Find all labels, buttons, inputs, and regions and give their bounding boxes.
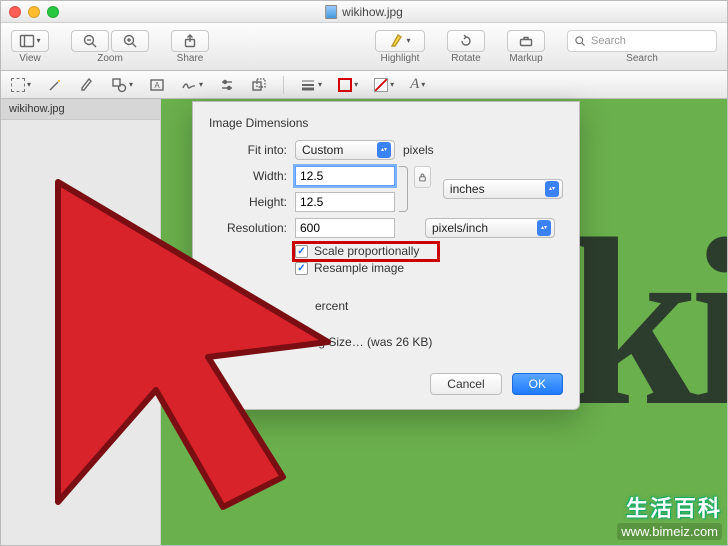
wh-unit-select[interactable]: inches▴▾ (443, 179, 563, 199)
svg-text:A: A (154, 81, 160, 90)
watermark: 生活百科 www.bimeiz.com (617, 491, 722, 540)
ok-button[interactable]: OK (512, 373, 563, 395)
line-weight-tool[interactable]: ▾ (300, 77, 322, 93)
search-input[interactable]: Search (567, 30, 717, 52)
window-controls (9, 6, 59, 18)
app-window: wikihow.jpg ▾ View Zoom Share ▾ Highligh… (0, 0, 728, 546)
height-input[interactable] (295, 192, 395, 212)
text-tool[interactable]: A (149, 77, 165, 93)
lock-aspect-button[interactable] (414, 166, 431, 188)
zoom-in-button[interactable] (111, 30, 149, 52)
width-input[interactable] (295, 166, 395, 186)
window-filename: wikihow.jpg (342, 5, 403, 19)
search-icon (574, 35, 586, 47)
checkbox-icon (295, 262, 308, 275)
cancel-button[interactable]: Cancel (430, 373, 501, 395)
scale-proportionally-label: Scale proportionally (314, 244, 419, 258)
resolution-unit-select[interactable]: pixels/inch▴▾ (425, 218, 555, 238)
markup-group: Markup (507, 30, 545, 64)
watermark-url: www.bimeiz.com (617, 523, 722, 540)
titlebar: wikihow.jpg (1, 1, 727, 23)
rotate-icon (458, 33, 474, 49)
highlight-label: Highlight (381, 53, 420, 64)
sidebar-item-file[interactable]: wikihow.jpg (1, 99, 160, 120)
share-icon (182, 33, 198, 49)
rotate-group: Rotate (447, 30, 485, 64)
zoom-out-button[interactable] (71, 30, 109, 52)
resolution-input[interactable] (295, 218, 395, 238)
checkbox-icon (295, 245, 308, 258)
sign-tool[interactable]: ▾ (181, 77, 203, 93)
markup-button[interactable] (507, 30, 545, 52)
font-style-tool[interactable]: A▾ (410, 76, 425, 93)
zoom-in-icon (122, 33, 138, 49)
fit-into-unit: pixels (403, 143, 434, 157)
markup-label: Markup (509, 53, 542, 64)
selection-tool[interactable]: ▾ (11, 78, 31, 92)
resample-image-label: Resample image (314, 261, 404, 275)
scale-proportionally-checkbox[interactable]: Scale proportionally (295, 244, 563, 258)
highlight-group: ▾ Highlight (375, 30, 425, 64)
window-title: wikihow.jpg (325, 5, 403, 19)
resample-image-checkbox[interactable]: Resample image (295, 261, 563, 275)
wand-icon (47, 77, 63, 93)
view-button[interactable]: ▾ (11, 30, 49, 52)
shapes-icon (111, 77, 127, 93)
text-box-icon: A (149, 77, 165, 93)
resolution-label: Resolution: (209, 221, 287, 235)
minimize-window-button[interactable] (28, 6, 40, 18)
fill-color-tool[interactable]: ▾ (374, 78, 394, 92)
watermark-title: 生活百科 (617, 491, 722, 523)
fit-into-label: Fit into: (209, 143, 287, 157)
resize-icon (251, 77, 267, 93)
border-color-tool[interactable]: ▾ (338, 78, 358, 92)
share-button[interactable] (171, 30, 209, 52)
lock-icon (417, 172, 428, 183)
zoom-out-icon (82, 33, 98, 49)
thumbnail-sidebar: wikihow.jpg (1, 99, 161, 545)
image-dimensions-dialog: Image Dimensions Fit into: Custom▴▾ pixe… (192, 101, 580, 410)
toolbox-icon (518, 33, 534, 49)
image-content: ki (567, 226, 727, 418)
share-label: Share (177, 53, 204, 64)
lines-icon (300, 77, 316, 93)
search-group: Search Search (567, 30, 717, 64)
adjust-icon (219, 77, 235, 93)
highlight-button[interactable]: ▾ (375, 30, 425, 52)
height-label: Height: (209, 195, 287, 209)
sketch-tool[interactable] (79, 77, 95, 93)
percent-text: ercent (315, 299, 563, 313)
signature-icon (181, 77, 197, 93)
zoom-window-button[interactable] (47, 6, 59, 18)
rotate-label: Rotate (451, 53, 480, 64)
shapes-tool[interactable]: ▾ (111, 77, 133, 93)
document-icon (325, 5, 337, 19)
share-group: Share (171, 30, 209, 64)
zoom-label: Zoom (97, 53, 123, 64)
width-label: Width: (209, 169, 287, 183)
search-placeholder: Search (591, 35, 626, 47)
markup-toolbar: ▾ ▾ A ▾ ▾ ▾ ▾ A▾ (1, 71, 727, 99)
resulting-size-text: ating Size… (was 26 KB) (299, 335, 563, 349)
instant-alpha-tool[interactable] (47, 77, 63, 93)
rotate-button[interactable] (447, 30, 485, 52)
zoom-group: Zoom (71, 30, 149, 64)
view-label: View (19, 53, 41, 64)
pencil-icon (79, 77, 95, 93)
dialog-title: Image Dimensions (209, 116, 563, 130)
view-group: ▾ View (11, 30, 49, 64)
adjust-color-tool[interactable] (219, 77, 235, 93)
link-bracket (399, 166, 408, 212)
search-label: Search (626, 53, 658, 64)
close-window-button[interactable] (9, 6, 21, 18)
sidebar-icon (19, 33, 35, 49)
adjust-size-tool[interactable] (251, 77, 267, 93)
highlighter-icon (389, 33, 405, 49)
fit-into-select[interactable]: Custom▴▾ (295, 140, 395, 160)
main-toolbar: ▾ View Zoom Share ▾ Highlight Rotate Mar… (1, 23, 727, 71)
